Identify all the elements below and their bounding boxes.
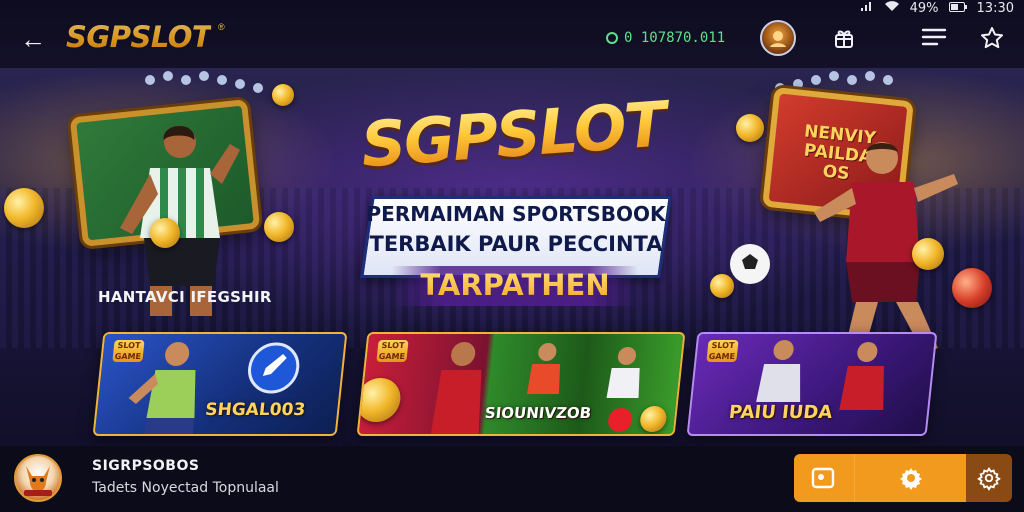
battery-icon	[948, 1, 967, 16]
app-name: SIGRPSOBOS	[92, 458, 200, 474]
settings-outline-icon	[977, 467, 1001, 491]
card-player-figure	[756, 340, 801, 402]
hero-tagline: TARPATHEN	[400, 268, 630, 302]
balance-value: 0 107870.011	[624, 30, 726, 46]
battery-text: 49%	[909, 0, 939, 16]
game-card-2[interactable]: SLOT GAME SIOUNIVZOB	[356, 332, 686, 436]
avatar-icon	[770, 31, 786, 47]
registered-mark: ®	[218, 22, 225, 32]
menu-button[interactable]	[916, 20, 952, 56]
profile-avatar-button[interactable]	[760, 20, 796, 56]
coin-icon	[912, 238, 944, 270]
screenshot-button[interactable]	[794, 454, 854, 502]
card-label: SIOUNIVZOB	[484, 404, 593, 422]
hero-banner[interactable]: NENVIY PAILDA OS SGPSLOT SGPSLOT PERMAIM…	[0, 68, 1024, 446]
status-bar: 49% 13:30	[860, 0, 1014, 16]
coin-icon	[736, 114, 764, 142]
app-logo: SGPSLOT	[66, 20, 212, 54]
football-icon	[730, 244, 770, 284]
action-bar	[794, 454, 1012, 502]
balance-display: 0 107870.011	[606, 30, 725, 46]
image-icon	[811, 467, 835, 489]
settings-button[interactable]	[854, 454, 966, 502]
card-player-figure	[839, 342, 884, 410]
coin-icon	[356, 378, 403, 422]
arrow-left-icon: ←	[20, 23, 46, 54]
card-player-figure	[128, 342, 196, 436]
menu-icon	[921, 28, 947, 46]
coin-icon	[264, 212, 294, 242]
game-card-3[interactable]: SLOT GAME PAIU IUDA	[686, 332, 938, 436]
card-badge: SLOT GAME	[706, 340, 739, 362]
card-label: SHGAL003	[204, 400, 307, 420]
coin-icon	[606, 32, 618, 44]
star-icon	[981, 27, 1003, 49]
coin-icon	[710, 274, 734, 298]
card-label: PAIU IUDA	[727, 402, 834, 423]
back-button[interactable]: ←	[18, 24, 48, 54]
gift-button[interactable]	[826, 20, 862, 56]
coin-icon	[638, 406, 668, 432]
gear-icon	[899, 468, 922, 490]
card-badge: SLOT GAME	[376, 340, 409, 362]
app-subtitle: Tadets Noyectad Topnulaal	[92, 480, 279, 496]
hero-subtitle-line2: TERBAIK PAUR PECCINTA	[369, 232, 663, 256]
favorite-button[interactable]	[974, 20, 1010, 56]
rocket-icon	[248, 342, 300, 394]
hero-subtitle-line1: PERMAIMAN SPORTSBOOK	[366, 202, 666, 226]
app-icon[interactable]	[14, 454, 62, 502]
game-card-1[interactable]: SLOT GAME SHGAL003	[92, 332, 348, 436]
card-player-figure	[526, 343, 561, 394]
app-info-bar: SIGRPSOBOS Tadets Noyectad Topnulaal	[0, 446, 1024, 512]
app-header: 49% 13:30 ← SGPSLOT ® 0 107870.011	[0, 0, 1024, 72]
fox-mascot-icon	[24, 466, 52, 496]
section-label: HANTAVCI IFEGSHIR	[98, 288, 272, 306]
coin-icon	[4, 188, 44, 228]
gift-icon	[835, 30, 853, 48]
signal-icon	[860, 0, 874, 16]
wifi-icon	[884, 0, 900, 16]
clock: 13:30	[976, 0, 1014, 16]
more-settings-button[interactable]	[966, 454, 1012, 502]
coin-icon	[272, 84, 294, 106]
coin-icon	[150, 218, 180, 248]
chip-icon	[952, 268, 992, 308]
